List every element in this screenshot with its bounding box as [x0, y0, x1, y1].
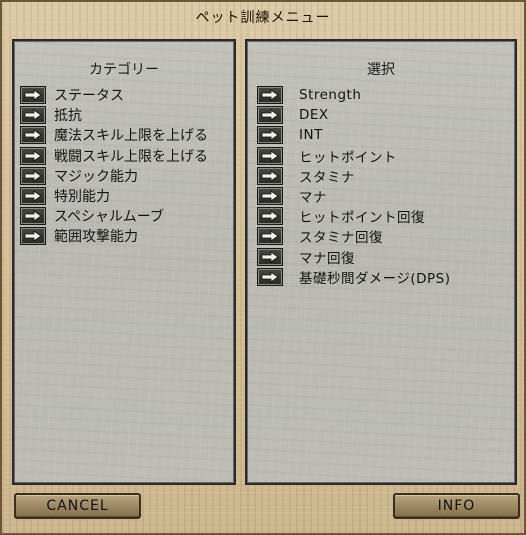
- arrow-right-icon[interactable]: [257, 267, 283, 286]
- selection-item-label: 基礎秒間ダメージ(DPS): [299, 270, 451, 287]
- arrow-right-icon[interactable]: [257, 86, 283, 105]
- category-item-label: 戦闘スキル上限を上げる: [54, 148, 208, 165]
- selection-list: Strength DEX INT ヒットポイント スタミナマナヒットポイント回復 スタミナ…: [247, 85, 515, 287]
- arrow-right-icon[interactable]: [20, 106, 46, 125]
- selection-item-label: マナ回復: [299, 250, 355, 267]
- arrow-right-icon[interactable]: [20, 227, 46, 246]
- info-button[interactable]: INFO: [393, 493, 520, 519]
- category-item-label: 特別能力: [54, 189, 110, 206]
- arrow-right-icon[interactable]: [257, 106, 283, 125]
- category-item: ステータス: [20, 85, 234, 105]
- arrow-right-icon[interactable]: [257, 166, 283, 185]
- selection-item: マナ: [257, 186, 515, 206]
- category-item: 特別能力: [20, 186, 234, 206]
- arrow-right-icon[interactable]: [257, 207, 283, 226]
- category-item: 魔法スキル上限を上げる: [20, 125, 234, 145]
- selection-item-label: スタミナ: [299, 169, 355, 186]
- pet-training-menu-window: ペット訓練メニュー カテゴリー ステータス抵抗魔法スキル上限を上げる 戦闘スキル上…: [0, 0, 526, 535]
- arrow-right-icon[interactable]: [257, 126, 283, 145]
- arrow-right-icon[interactable]: [257, 227, 283, 246]
- selection-item-label: DEX: [299, 107, 329, 124]
- cancel-button[interactable]: CANCEL: [14, 493, 141, 519]
- category-item-label: 範囲攻撃能力: [54, 229, 138, 246]
- arrow-right-icon[interactable]: [20, 86, 46, 105]
- selection-item: Strength: [257, 85, 515, 105]
- category-item-label: ステータス: [54, 88, 124, 105]
- selection-item-label: Strength: [299, 87, 362, 104]
- selection-item-label: ヒットポイント回復: [299, 210, 425, 227]
- category-item: スペシャルムーブ: [20, 206, 234, 226]
- arrow-right-icon[interactable]: [257, 187, 283, 206]
- arrow-right-icon[interactable]: [20, 146, 46, 165]
- category-item-label: スペシャルムーブ: [54, 209, 164, 226]
- selection-item-label: マナ: [299, 190, 327, 207]
- category-item-label: 魔法スキル上限を上げる: [54, 128, 208, 145]
- selection-item: DEX: [257, 105, 515, 125]
- selection-item: INT: [257, 125, 515, 145]
- category-panel: カテゴリー ステータス抵抗魔法スキル上限を上げる 戦闘スキル上限を上げる マジック能…: [12, 39, 236, 485]
- selection-item-label: ヒットポイント: [299, 149, 397, 166]
- selection-panel-header: 選択: [367, 62, 395, 78]
- arrow-right-icon[interactable]: [20, 126, 46, 145]
- selection-item: マナ回復: [257, 247, 515, 267]
- arrow-right-icon[interactable]: [20, 207, 46, 226]
- category-list: ステータス抵抗魔法スキル上限を上げる 戦闘スキル上限を上げる マジック能力 特別能力ス…: [14, 85, 234, 247]
- category-item-label: マジック能力: [54, 168, 138, 185]
- arrow-right-icon[interactable]: [20, 166, 46, 185]
- category-panel-header: カテゴリー: [89, 62, 159, 78]
- category-item: 抵抗: [20, 105, 234, 125]
- selection-item: 基礎秒間ダメージ(DPS): [257, 267, 515, 287]
- selection-panel: 選択 Strength DEX INT ヒットポイント スタミナマナヒットポイント回復ス…: [245, 39, 517, 485]
- selection-item: スタミナ回復: [257, 226, 515, 246]
- category-item: 戦闘スキル上限を上げる: [20, 146, 234, 166]
- selection-item: ヒットポイント回復: [257, 206, 515, 226]
- selection-item-label: INT: [299, 127, 323, 144]
- window-title: ペット訓練メニュー: [195, 10, 331, 26]
- selection-item: ヒットポイント: [257, 146, 515, 166]
- selection-item-label: スタミナ回復: [299, 230, 383, 247]
- arrow-right-icon[interactable]: [20, 187, 46, 206]
- selection-item: スタミナ: [257, 166, 515, 186]
- category-item: 範囲攻撃能力: [20, 226, 234, 246]
- arrow-right-icon[interactable]: [257, 247, 283, 266]
- category-item: マジック能力: [20, 166, 234, 186]
- arrow-right-icon[interactable]: [257, 146, 283, 165]
- category-item-label: 抵抗: [54, 108, 82, 125]
